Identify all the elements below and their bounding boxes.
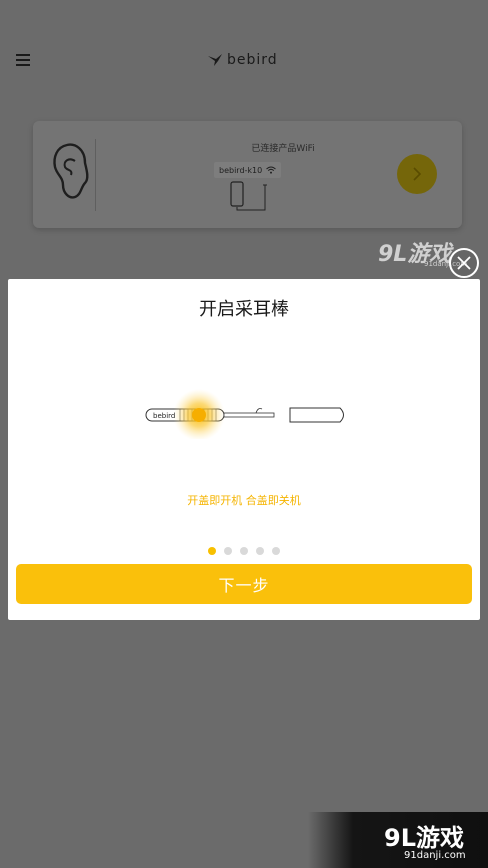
hamburger-menu-icon[interactable]	[16, 54, 30, 66]
next-step-button[interactable]: 下一步	[16, 564, 472, 604]
pager-dot[interactable]	[240, 547, 248, 555]
device-card[interactable]: 已连接产品WiFi bebird-k10	[33, 121, 462, 228]
connection-status: 已连接产品WiFi	[251, 144, 315, 154]
pager-dot[interactable]	[272, 547, 280, 555]
card-divider	[95, 139, 96, 211]
device-next-button[interactable]	[397, 154, 437, 194]
pager-dot[interactable]	[224, 547, 232, 555]
ear-pick-illustration: bebird	[145, 389, 344, 439]
ear-icon	[53, 143, 89, 199]
watermark-bottom: 9L游戏 91danji.com	[308, 812, 488, 868]
phone-icon	[230, 181, 267, 211]
brand-name: bebird	[227, 52, 278, 68]
wifi-name: bebird-k10	[219, 165, 263, 175]
close-icon	[457, 256, 471, 270]
pager-dots	[8, 547, 480, 555]
modal-title: 开启采耳棒	[199, 299, 289, 320]
pager-dot[interactable]	[208, 547, 216, 555]
device-label: bebird	[153, 412, 175, 420]
chevron-right-icon	[413, 167, 422, 181]
watermark-bottom-logo: 9L游戏	[384, 824, 464, 852]
bird-logo-icon	[208, 54, 222, 66]
app-header: bebird	[0, 40, 488, 80]
watermark-bottom-url: 91danji.com	[404, 850, 466, 861]
wifi-name-chip: bebird-k10	[214, 162, 282, 178]
close-button[interactable]	[449, 248, 479, 278]
pager-dot[interactable]	[256, 547, 264, 555]
modal-caption: 开盖即开机 合盖即关机	[187, 494, 301, 507]
wifi-icon	[266, 166, 277, 174]
tutorial-modal: 开启采耳棒 bebird 开盖即开机 合盖即关机 下一步	[8, 279, 480, 620]
brand-logo: bebird	[207, 51, 278, 69]
